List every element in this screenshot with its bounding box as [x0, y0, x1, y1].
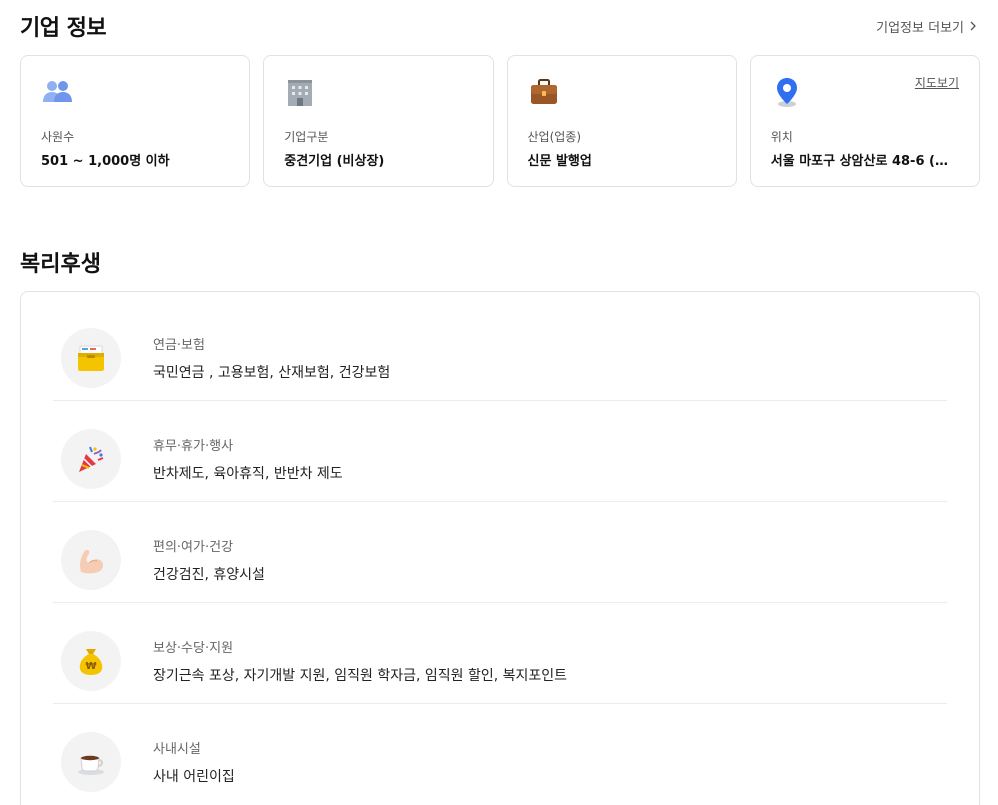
benefit-row: ₩ 보상·수당·지원 장기근속 포상, 자기개발 지원, 임직원 학자금, 임직… — [53, 603, 947, 704]
card-label: 기업구분 — [284, 130, 329, 144]
card-company-type: 기업구분 중견기업 (비상장) — [263, 55, 494, 187]
company-info-more-link[interactable]: 기업정보 더보기 — [876, 17, 978, 36]
benefit-row: 편의·여가·건강 건강검진, 휴양시설 — [53, 502, 947, 603]
company-info-header: 기업 정보 기업정보 더보기 — [20, 8, 978, 44]
card-value: 501 ~ 1,000명 이하 — [41, 154, 170, 169]
benefit-category: 휴무·휴가·행사 — [153, 439, 234, 454]
card-value: 신문 발행업 — [527, 154, 592, 169]
benefit-icon-circle — [61, 328, 121, 388]
benefits-box: 연금·보험 국민연금 , 고용보험, 산재보험, 건강보험 휴무·휴가·행사 반… — [20, 291, 980, 805]
company-info-cards: 사원수 501 ~ 1,000명 이하 기업구분 중견기업 (비상장) 산업(업… — [20, 55, 980, 187]
benefit-items: 사내 어린이집 — [153, 769, 235, 785]
people-icon — [43, 81, 72, 102]
benefit-row: 사내시설 사내 어린이집 — [53, 704, 947, 805]
benefit-row: 연금·보험 국민연금 , 고용보험, 산재보험, 건강보험 — [53, 300, 947, 401]
benefit-icon-circle: ₩ — [61, 631, 121, 691]
benefit-items: 반차제도, 육아휴직, 반반차 제도 — [153, 466, 343, 482]
benefit-items: 장기근속 포상, 자기개발 지원, 임직원 학자금, 임직원 할인, 복지포인트 — [153, 668, 568, 684]
benefit-category: 편의·여가·건강 — [153, 540, 234, 555]
chevron-right-icon — [970, 21, 976, 31]
coffee-cup-icon — [78, 755, 104, 775]
company-info-title: 기업 정보 — [20, 16, 107, 41]
map-view-link[interactable]: 지도보기 — [915, 74, 959, 91]
card-value: 서울 마포구 상암산로 48-6 (상... — [770, 154, 959, 169]
money-bag-icon: ₩ — [79, 649, 103, 675]
benefit-category: 사내시설 — [153, 742, 201, 757]
folder-box-icon — [78, 345, 104, 371]
card-value: 중견기업 (비상장) — [284, 154, 385, 169]
card-label: 위치 — [770, 130, 793, 144]
benefits-title: 복리후생 — [20, 252, 101, 277]
benefit-icon-circle — [61, 530, 121, 590]
briefcase-icon — [530, 79, 557, 104]
benefit-row: 휴무·휴가·행사 반차제도, 육아휴직, 반반차 제도 — [53, 401, 947, 502]
benefit-items: 건강검진, 휴양시설 — [153, 567, 265, 583]
card-industry: 산업(업종) 신문 발행업 — [506, 55, 737, 187]
card-label: 산업(업종) — [527, 130, 582, 144]
benefit-icon-circle — [61, 429, 121, 489]
company-info-more-label: 기업정보 더보기 — [876, 20, 964, 36]
svg-text:₩: ₩ — [85, 661, 96, 672]
card-employees: 사원수 501 ~ 1,000명 이하 — [20, 55, 251, 187]
benefit-items: 국민연금 , 고용보험, 산재보험, 건강보험 — [153, 365, 391, 381]
party-popper-icon — [79, 446, 104, 472]
page: 기업 정보 기업정보 더보기 사원수 501 ~ 1,000명 이하 기업구분 … — [0, 0, 998, 805]
card-location: 지도보기 위치 서울 마포구 상암산로 48-6 (상... — [749, 55, 980, 187]
location-pin-icon — [776, 78, 797, 107]
flexed-arm-icon — [80, 549, 103, 574]
benefit-category: 보상·수당·지원 — [153, 641, 234, 656]
card-label: 사원수 — [41, 130, 75, 144]
benefit-category: 연금·보험 — [153, 338, 205, 353]
building-icon — [288, 80, 313, 106]
benefit-icon-circle — [61, 732, 121, 792]
